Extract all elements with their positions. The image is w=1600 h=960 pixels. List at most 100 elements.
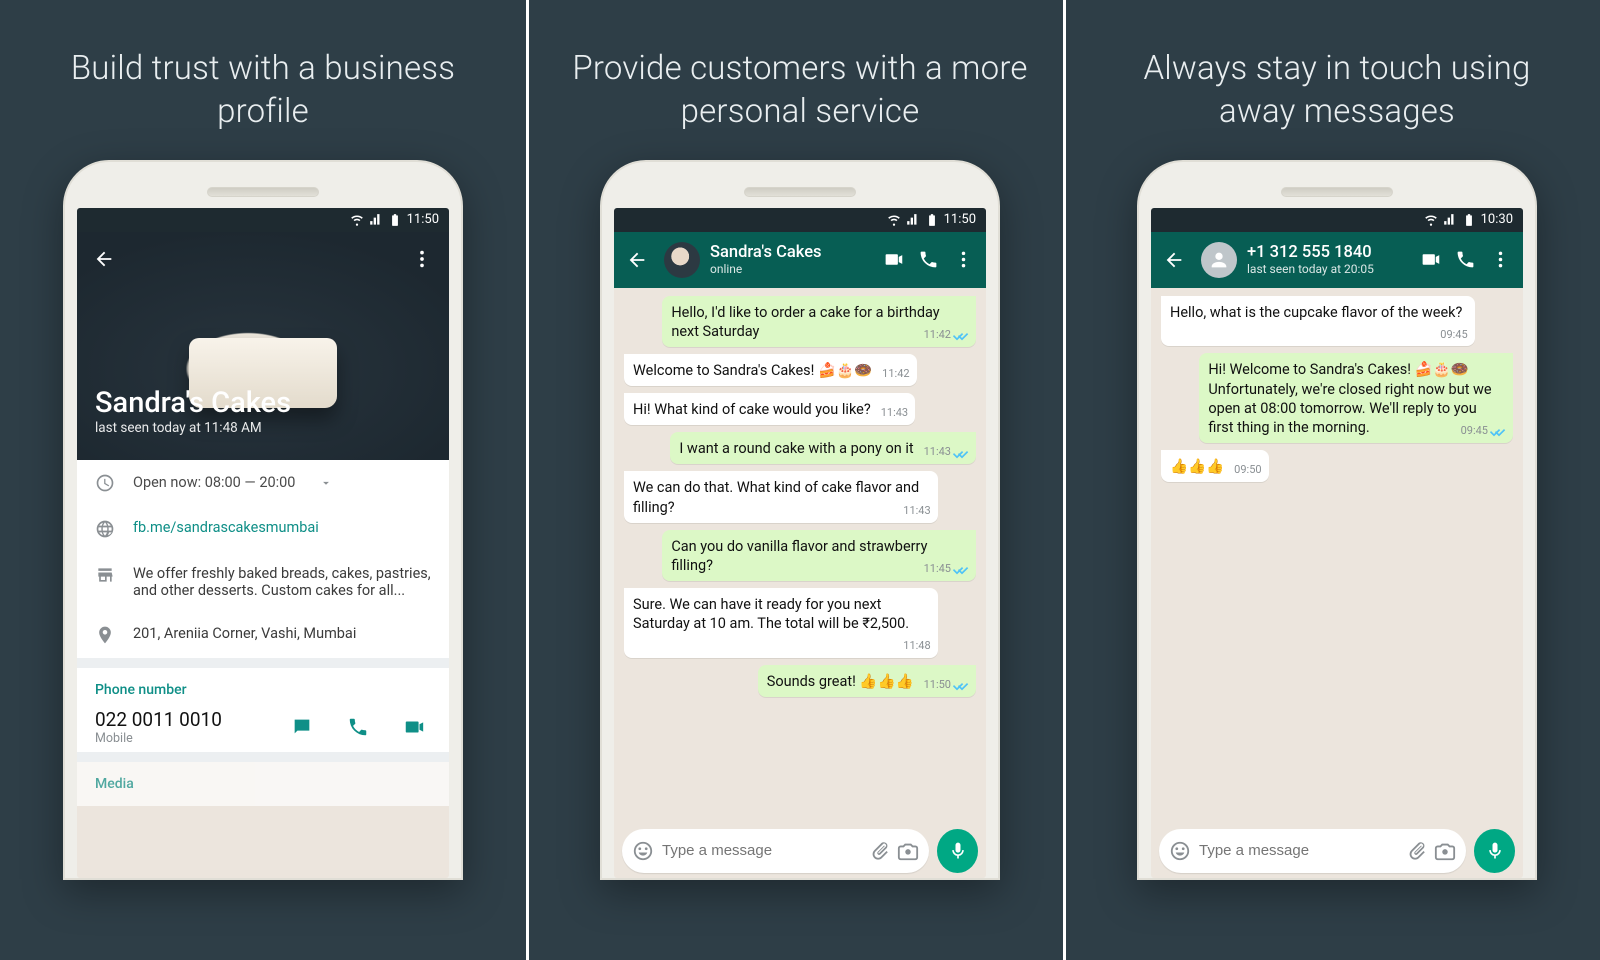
chat-bubble-in[interactable]: We can do that. What kind of cake flavor… — [624, 471, 938, 522]
status-time: 10:30 — [1481, 212, 1513, 227]
profile-info-card: Open now: 08:00 — 20:00 fb.me/sandrascak… — [77, 460, 449, 658]
message-text: Sure. We can have it ready for you next … — [633, 596, 909, 632]
row-description: We offer freshly baked breads, cakes, pa… — [77, 552, 449, 612]
message-meta: 11:43 — [903, 504, 930, 519]
send-voice-button[interactable] — [1474, 829, 1515, 873]
profile-name: Sandra's Cakes — [95, 386, 291, 420]
phone-icon — [918, 249, 939, 270]
chat-bubble-out[interactable]: Hello, I'd like to order a cake for a bi… — [662, 296, 976, 347]
message-meta: 11:42 — [882, 367, 909, 382]
read-ticks-icon — [953, 447, 969, 459]
message-text: Hi! Welcome to Sandra's Cakes! 🍰🎂🍩 Unfor… — [1208, 361, 1491, 435]
divider — [77, 658, 449, 668]
message-text: I want a round cake with a pony on it — [679, 440, 913, 457]
chat-bubble-in[interactable]: Hello, what is the cupcake flavor of the… — [1161, 296, 1475, 347]
message-meta: 11:48 — [903, 639, 930, 654]
camera-icon[interactable] — [897, 840, 919, 862]
video-icon — [883, 249, 904, 270]
chat-appbar: +1 312 555 1840 last seen today at 20:05 — [1151, 232, 1523, 288]
chat-bubble-in[interactable]: Sure. We can have it ready for you next … — [624, 588, 938, 658]
panel-customer-chat: Provide customers with a more personal s… — [537, 0, 1066, 960]
message-meta: 09:50 — [1234, 463, 1261, 478]
composer — [614, 824, 986, 878]
composer-input-box[interactable] — [1159, 829, 1466, 873]
clock-icon — [95, 473, 115, 493]
composer-input-box[interactable] — [622, 829, 929, 873]
phone-screen: 10:30 +1 312 555 1840 last seen today at… — [1151, 208, 1523, 878]
video-call-button[interactable] — [877, 243, 910, 276]
chat-bubble-in[interactable]: Hi! What kind of cake would you like?11:… — [624, 393, 915, 425]
more-button[interactable] — [947, 243, 980, 276]
status-time: 11:50 — [944, 212, 976, 227]
chat-name: +1 312 555 1840 — [1247, 244, 1404, 262]
description-text: We offer freshly baked breads, cakes, pa… — [133, 565, 431, 599]
android-status-bar: 10:30 — [1151, 208, 1523, 232]
chat-header[interactable]: +1 312 555 1840 last seen today at 20:05 — [1247, 244, 1404, 276]
message-thread[interactable]: Hello, I'd like to order a cake for a bi… — [614, 288, 986, 824]
attach-icon[interactable] — [1406, 840, 1428, 862]
android-status-bar: 11:50 — [614, 208, 986, 232]
message-meta: 11:45 — [924, 562, 969, 577]
message-input[interactable] — [1197, 841, 1400, 860]
status-time: 11:50 — [407, 212, 439, 227]
chat-name: Sandra's Cakes — [710, 244, 867, 262]
camera-icon[interactable] — [1434, 840, 1456, 862]
chat-bubble-out[interactable]: Sounds great! 👍👍👍11:50 — [758, 665, 976, 697]
message-meta: 09:45 — [1440, 328, 1467, 343]
chat-header[interactable]: Sandra's Cakes online — [710, 244, 867, 276]
chat-bubble-out[interactable]: Hi! Welcome to Sandra's Cakes! 🍰🎂🍩 Unfor… — [1199, 353, 1513, 443]
emoji-icon[interactable] — [632, 840, 654, 862]
chat-bubble-in[interactable]: Welcome to Sandra's Cakes! 🍰🎂🍩 11:42 — [624, 354, 917, 386]
more-button[interactable] — [1484, 243, 1517, 276]
more-button[interactable] — [405, 242, 439, 276]
emoji-icon[interactable] — [1169, 840, 1191, 862]
message-text: Hello, what is the cupcake flavor of the… — [1170, 304, 1462, 321]
row-address[interactable]: 201, Areniia Corner, Vashi, Mumbai — [77, 612, 449, 658]
read-ticks-icon — [953, 329, 969, 341]
phone-frame: 11:50 Sandra's Cakes online Hello, — [600, 160, 1000, 880]
media-section-header[interactable]: Media — [77, 762, 449, 806]
message-text: Hello, I'd like to order a cake for a bi… — [671, 304, 939, 340]
back-button[interactable] — [620, 243, 654, 277]
message-text: We can do that. What kind of cake flavor… — [633, 479, 919, 515]
message-thread[interactable]: Hello, what is the cupcake flavor of the… — [1151, 288, 1523, 824]
chat-bubble-out[interactable]: Can you do vanilla flavor and strawberry… — [662, 530, 976, 581]
row-website[interactable]: fb.me/sandrascakesmumbai — [77, 506, 449, 552]
back-button[interactable] — [87, 242, 121, 276]
more-icon — [1490, 249, 1511, 270]
back-button[interactable] — [1157, 243, 1191, 277]
address-text: 201, Areniia Corner, Vashi, Mumbai — [133, 625, 356, 642]
profile-last-seen: last seen today at 11:48 AM — [95, 420, 291, 436]
video-call-button[interactable] — [1414, 243, 1447, 276]
phone-number: 022 0011 0010 — [95, 708, 222, 731]
voice-call-button[interactable] — [1449, 243, 1482, 276]
message-text: Welcome to Sandra's Cakes! 🍰🎂🍩 — [633, 362, 872, 379]
chat-bubble-in[interactable]: 👍👍👍09:50 — [1161, 450, 1269, 482]
panel-headline: Provide customers with a more personal s… — [537, 0, 1063, 160]
pin-icon — [95, 625, 115, 645]
android-status-bar: 11:50 — [77, 208, 449, 232]
divider — [77, 752, 449, 762]
message-button[interactable] — [285, 710, 319, 744]
message-text: Can you do vanilla flavor and strawberry… — [671, 538, 927, 574]
videocall-button[interactable] — [397, 710, 431, 744]
send-voice-button[interactable] — [937, 829, 978, 873]
chat-avatar[interactable] — [664, 242, 700, 278]
chat-status: last seen today at 20:05 — [1247, 262, 1404, 276]
panel-away-messages: Always stay in touch using away messages… — [1074, 0, 1600, 960]
phone-screen: 11:50 Sandra's Cakes last seen today at … — [77, 208, 449, 878]
phone-screen: 11:50 Sandra's Cakes online Hello, — [614, 208, 986, 878]
read-ticks-icon — [953, 679, 969, 691]
attach-icon[interactable] — [869, 840, 891, 862]
message-text: Sounds great! 👍👍👍 — [767, 673, 914, 690]
call-button[interactable] — [341, 710, 375, 744]
chat-avatar[interactable] — [1201, 242, 1237, 278]
row-hours[interactable]: Open now: 08:00 — 20:00 — [77, 460, 449, 506]
panel-headline: Always stay in touch using away messages — [1074, 0, 1600, 160]
message-input[interactable] — [660, 841, 863, 860]
chat-bubble-out[interactable]: I want a round cake with a pony on it11:… — [670, 432, 976, 464]
voice-call-button[interactable] — [912, 243, 945, 276]
profile-hero[interactable]: Sandra's Cakes last seen today at 11:48 … — [77, 232, 449, 460]
chat-status: online — [710, 262, 867, 276]
read-ticks-icon — [953, 563, 969, 575]
